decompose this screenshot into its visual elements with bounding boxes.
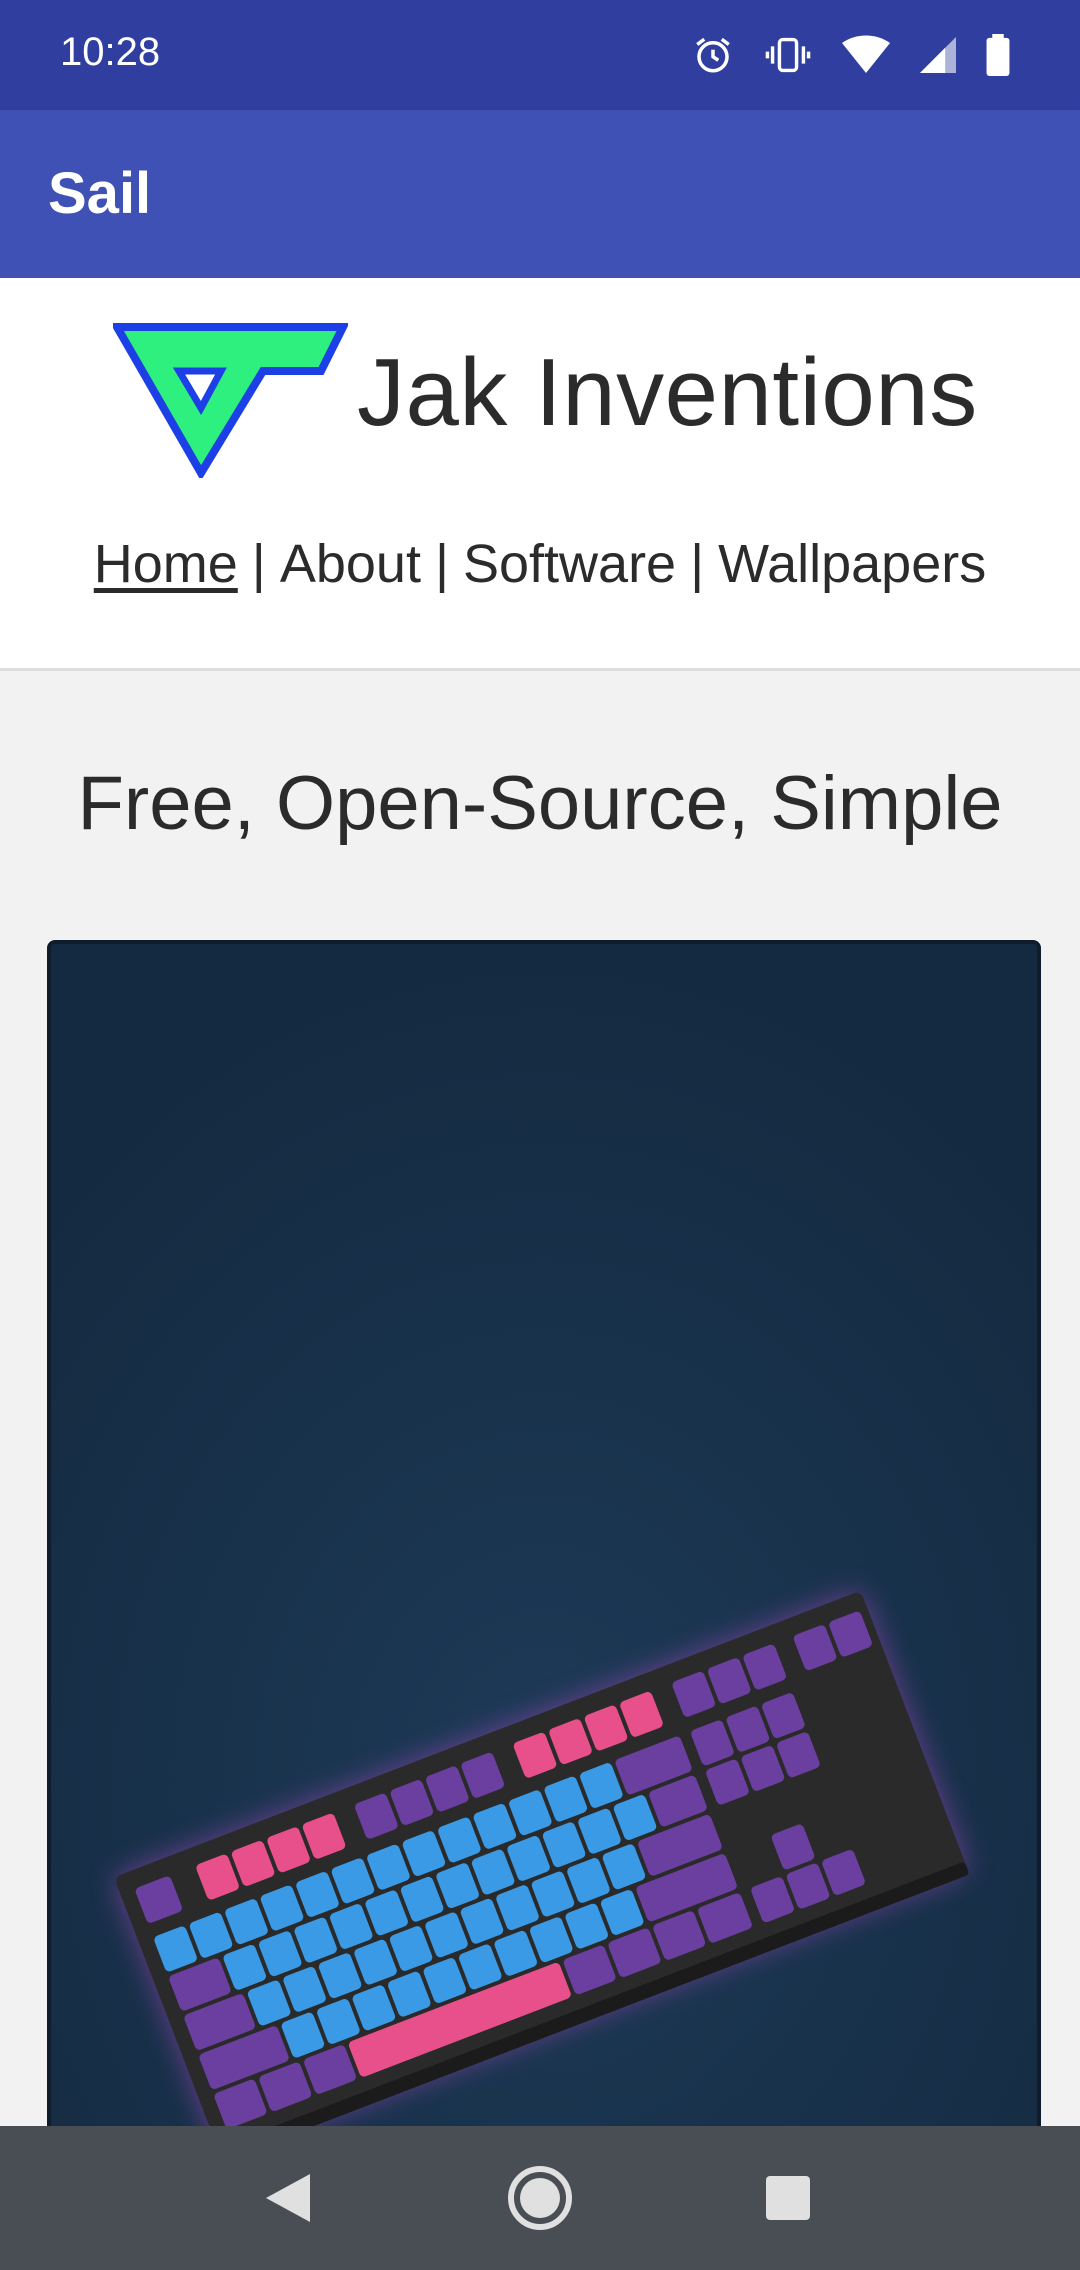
nav-separator: | <box>434 534 449 594</box>
alarm-icon <box>696 37 730 73</box>
recents-icon <box>766 2176 810 2220</box>
nav-link-wallpapers[interactable]: Wallpapers <box>718 534 986 594</box>
battery-icon <box>986 34 1010 76</box>
site-header: Jak Inventions Home | About | Software | Wallp… <box>0 278 1080 671</box>
nav-link-software[interactable]: Software <box>463 534 676 594</box>
site-nav: Home | About | Software | Wallpapers <box>0 533 1080 595</box>
nav-separator: | <box>251 534 266 594</box>
nav-link-about[interactable]: About <box>280 534 421 594</box>
home-button[interactable] <box>504 2162 576 2234</box>
nav-link-home[interactable]: Home <box>94 534 238 594</box>
status-icons <box>692 30 1010 80</box>
keyboard-illustration <box>51 944 1037 2144</box>
wallpaper-preview[interactable] <box>47 940 1041 2148</box>
site-title: Jak Inventions <box>357 339 978 446</box>
app-title: Sail <box>48 161 152 226</box>
wifi-icon <box>842 35 890 73</box>
jak-inventions-logo[interactable] <box>113 323 348 478</box>
app-bar: Sail <box>0 110 1080 278</box>
status-bar: 10:28 <box>0 0 1080 110</box>
vibrate-icon <box>765 37 811 73</box>
nav-separator: | <box>690 534 705 594</box>
home-icon <box>508 2166 572 2230</box>
recents-button[interactable] <box>752 2162 824 2234</box>
status-time: 10:28 <box>60 30 161 74</box>
signal-icon <box>920 37 956 73</box>
back-button[interactable] <box>252 2162 324 2234</box>
back-icon <box>266 2174 310 2222</box>
hero-title: Free, Open-Source, Simple <box>77 761 1003 846</box>
system-navigation-bar <box>0 2126 1080 2270</box>
